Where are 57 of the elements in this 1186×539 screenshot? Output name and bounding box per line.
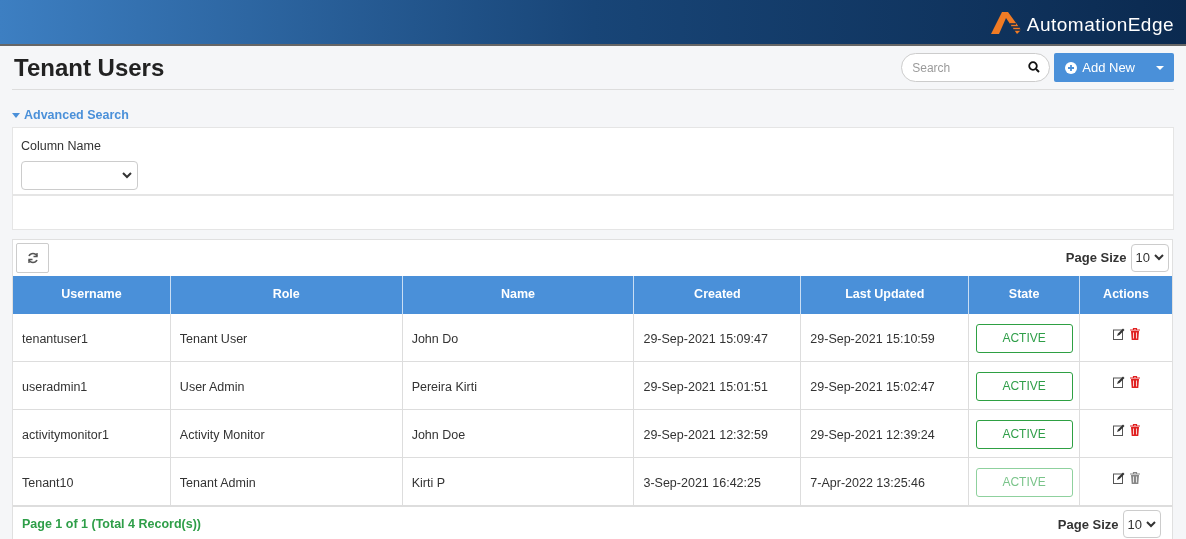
table-cell: Pereira Kirti [411, 379, 477, 394]
table-cell: 7-Apr-2022 13:25:46 [810, 475, 925, 490]
table-cell: tenantuser1 [22, 331, 89, 346]
column-header: Created [634, 275, 802, 314]
table-cell: Tenant10 [22, 475, 74, 490]
table-cell: John Doe [411, 427, 466, 442]
state-button[interactable]: ACTIVE [975, 419, 1073, 449]
column-header: Role [170, 275, 403, 314]
search-icon [1028, 61, 1041, 73]
field-label: Column Name [21, 137, 102, 155]
chevron-down-icon [1146, 520, 1156, 528]
column-header: Actions [1102, 286, 1150, 304]
table-cell: 29-Sep-2021 15:09:47 [643, 331, 768, 346]
search-field[interactable]: Search [901, 53, 1051, 82]
page-size-label: Page Size [1057, 515, 1119, 534]
logo-text: AutomationEdge [1026, 15, 1174, 34]
state-button[interactable]: ACTIVE [975, 323, 1073, 353]
column-header: Name [402, 275, 635, 314]
table-cell: John Do [411, 331, 459, 346]
chevron-down-icon [1154, 254, 1164, 262]
advanced-search-link[interactable]: Advanced Search [24, 106, 129, 125]
trash-icon[interactable] [1129, 471, 1140, 484]
edit-icon[interactable] [1112, 423, 1125, 436]
caret-icon [1156, 65, 1164, 70]
page-title: Tenant Users [13, 52, 165, 83]
table-cell: 29-Sep-2021 15:01:51 [643, 379, 768, 394]
table-cell: 29-Sep-2021 12:32:59 [643, 427, 768, 442]
chevron-down-icon [122, 171, 132, 179]
trash-icon[interactable] [1129, 327, 1140, 340]
column-header: Username [13, 275, 171, 314]
caret-icon [12, 112, 20, 118]
refresh-button[interactable] [16, 242, 49, 273]
edit-icon[interactable] [1112, 375, 1125, 388]
table-cell: Tenant User [179, 331, 248, 346]
table-cell: Kirti P [411, 475, 445, 490]
trash-icon[interactable] [1129, 423, 1140, 436]
column-header: State [969, 275, 1081, 314]
table-cell: 29-Sep-2021 12:39:24 [810, 427, 935, 442]
table-cell: Tenant Admin [179, 475, 256, 490]
table-cell: Activity Monitor [179, 427, 265, 442]
page-size-select[interactable]: 10 [1122, 510, 1161, 539]
column-header: Last Updated [801, 275, 970, 314]
pagination-text: Page 1 of 1 (Total 4 Record(s)) [22, 515, 201, 533]
page-size-label: Page Size [1065, 249, 1127, 267]
edit-icon[interactable] [1112, 327, 1125, 340]
plus-circle-icon [1065, 61, 1078, 74]
page-size-select[interactable]: 10 [1130, 243, 1169, 272]
edit-icon[interactable] [1112, 471, 1125, 484]
table-cell: 29-Sep-2021 15:02:47 [810, 379, 935, 394]
table-cell: User Admin [179, 379, 245, 394]
refresh-icon [26, 251, 39, 264]
table-cell: useradmin1 [22, 379, 88, 394]
table-cell: 3-Sep-2021 16:42:25 [643, 475, 761, 490]
table-cell: activitymonitor1 [22, 427, 109, 442]
table-cell: 29-Sep-2021 15:10:59 [810, 331, 935, 346]
trash-icon[interactable] [1129, 375, 1140, 388]
state-button[interactable]: ACTIVE [975, 371, 1073, 401]
